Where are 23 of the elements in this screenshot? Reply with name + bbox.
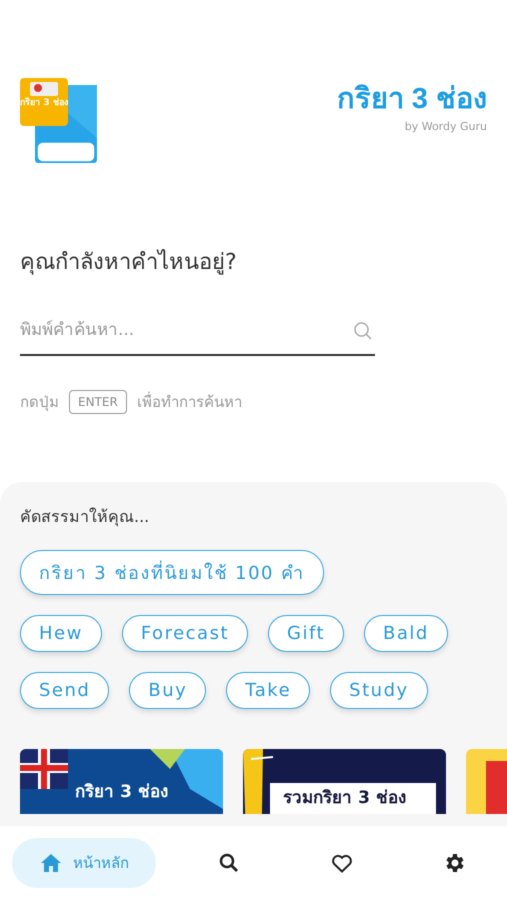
hint-text: เพื่อทำการค้นหา <box>136 390 242 413</box>
enter-key: ENTER <box>69 390 127 414</box>
app-subtitle: by Wordy Guru <box>404 120 487 133</box>
search-heading: คุณกำลังหาคำไหนอยู่? <box>20 248 238 277</box>
word-chip[interactable]: กริยา 3 ช่องที่นิยมใช้ 100 คำ <box>20 550 324 595</box>
word-chip[interactable]: Bald <box>364 615 448 652</box>
home-icon <box>39 851 63 875</box>
card-title: กริยา 3 ช่อง <box>74 781 169 804</box>
word-chip[interactable]: Send <box>20 672 110 709</box>
word-chip[interactable]: Gift <box>268 615 344 652</box>
word-chip[interactable]: Study <box>330 672 428 709</box>
word-chip[interactable]: Hew <box>20 615 102 652</box>
hint-text: กดปุ่ม <box>20 392 59 414</box>
suggestions-title: คัดสรรมาให้คุณ... <box>20 506 150 528</box>
word-chip[interactable]: Buy <box>129 672 206 709</box>
logo-text: กริยา 3 ช่อง <box>20 98 68 109</box>
book-icon <box>20 78 100 166</box>
card-title: รวมกริยา 3 ช่อง <box>282 787 407 810</box>
app-title: กริยา 3 ช่อง <box>336 82 487 117</box>
search-field[interactable]: พิมพ์คำค้นหา... <box>20 306 375 356</box>
nav-tab[interactable]: หน้าหลัก <box>12 838 156 888</box>
word-chip[interactable]: Forecast <box>122 615 248 652</box>
word-chip[interactable]: Take <box>226 672 310 709</box>
